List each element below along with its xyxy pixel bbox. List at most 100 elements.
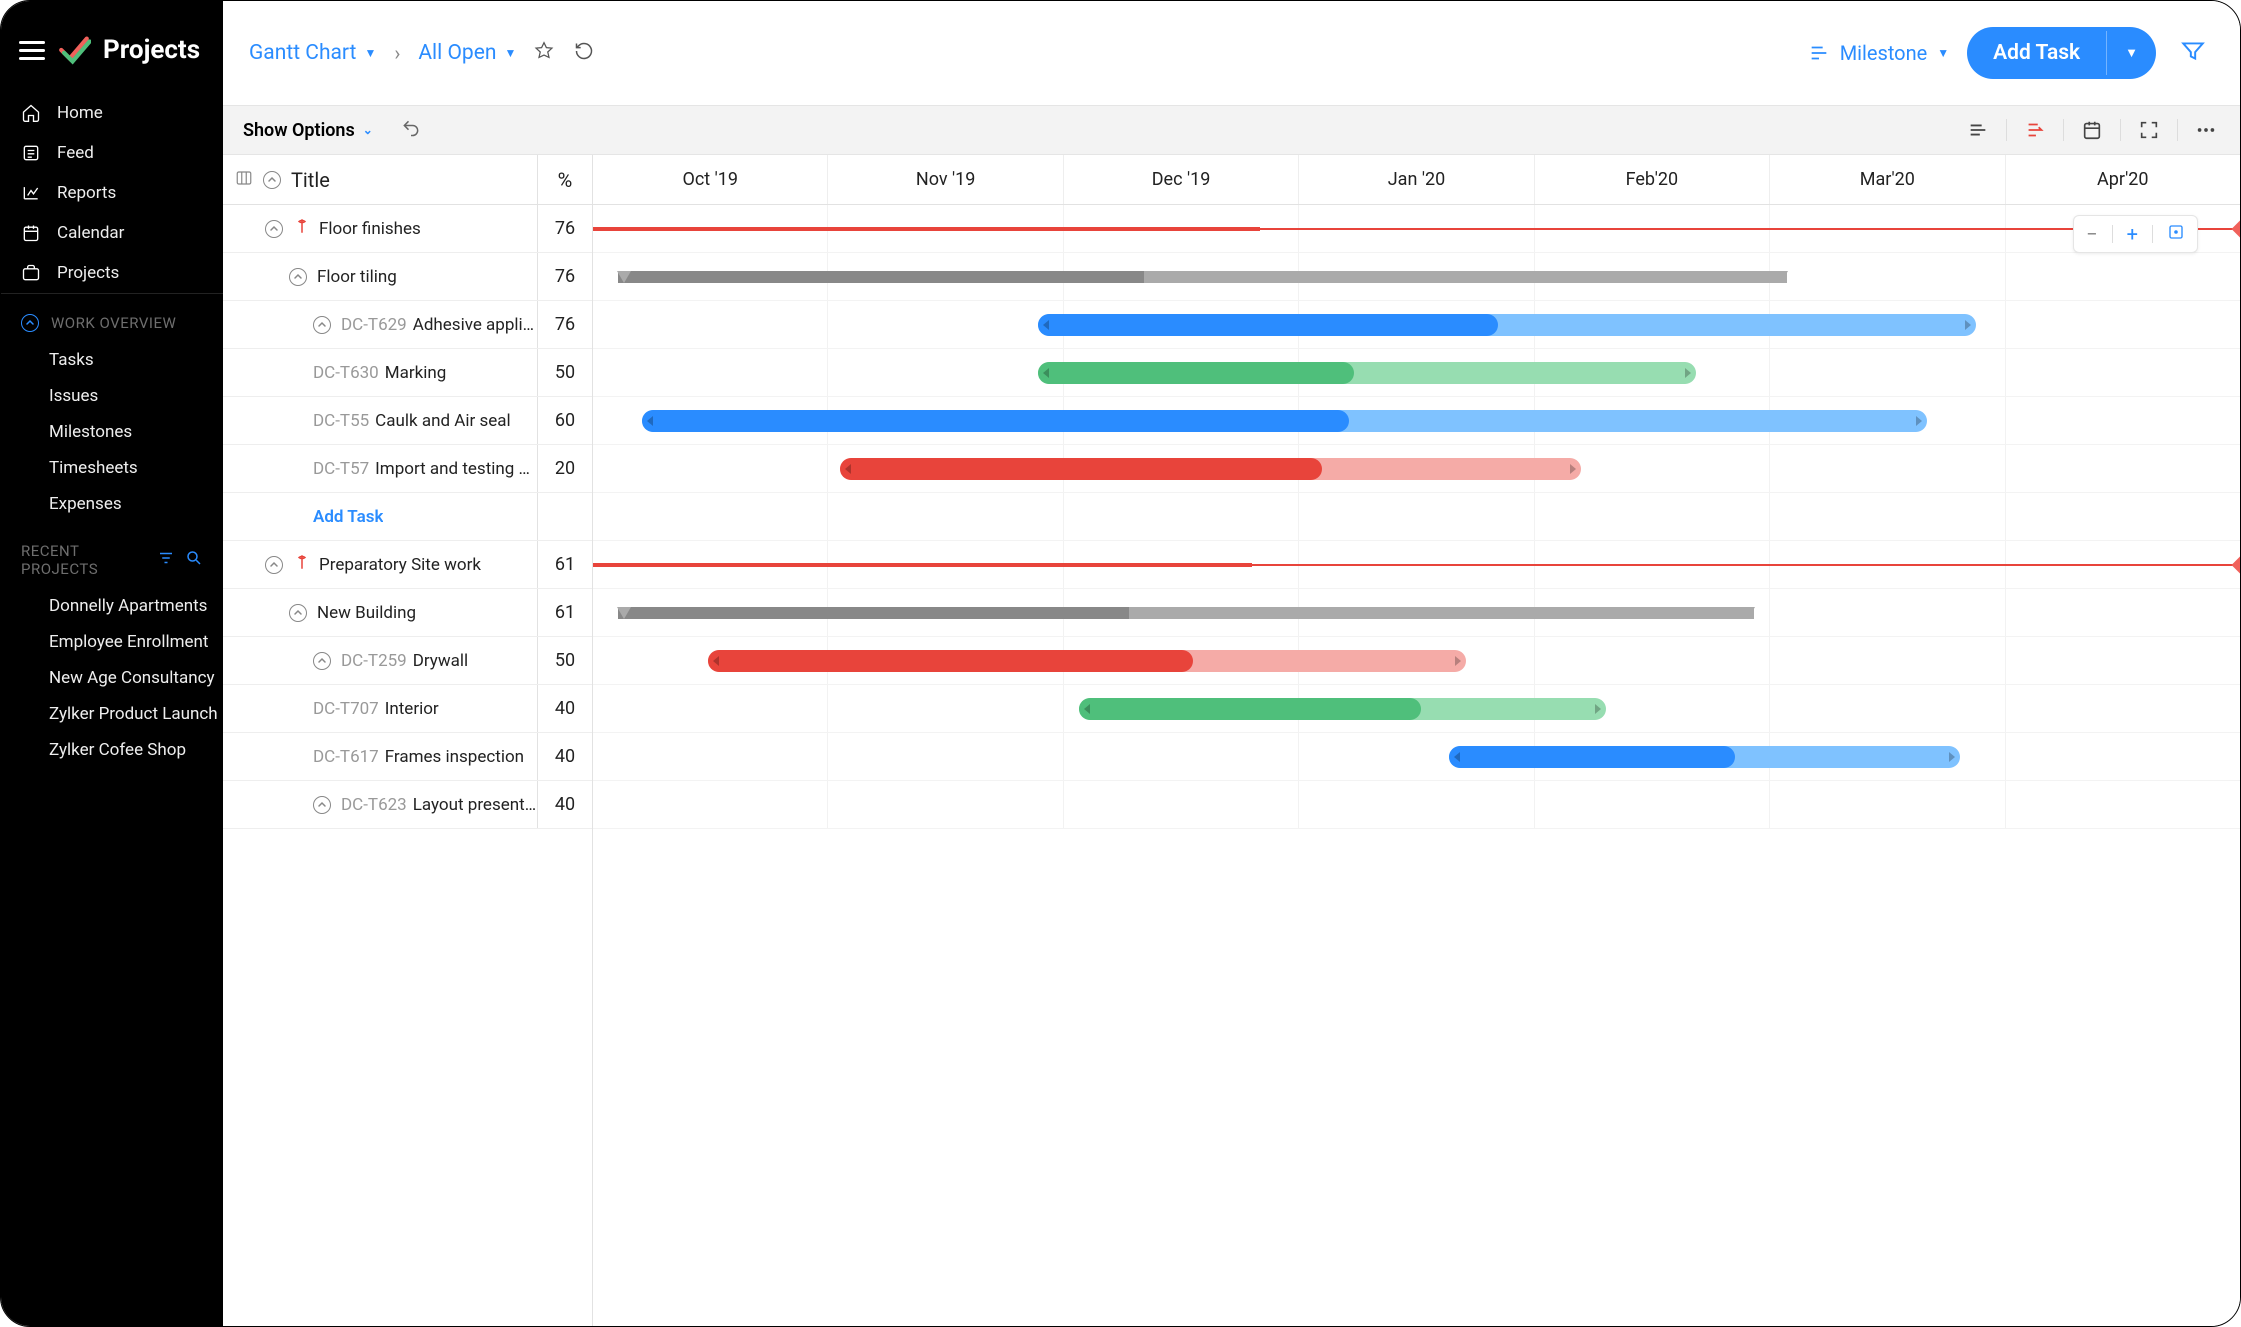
show-options-button[interactable]: Show Options ⌄ — [243, 120, 373, 141]
milestone-bar[interactable] — [593, 228, 2240, 230]
sidebar-item-calendar[interactable]: Calendar — [1, 213, 223, 253]
fit-to-screen-button[interactable] — [2167, 223, 2185, 245]
resize-right-icon[interactable] — [1949, 752, 1955, 762]
breadcrumb-view[interactable]: Gantt Chart ▼ — [249, 41, 376, 65]
pct-cell: 61 — [537, 541, 592, 588]
collapse-icon[interactable] — [289, 604, 307, 622]
pct-cell: 76 — [537, 253, 592, 300]
search-icon[interactable] — [185, 549, 203, 571]
add-task-label: Add Task — [1967, 27, 2106, 79]
collapse-icon[interactable] — [265, 556, 283, 574]
task-row[interactable]: DC-T617Frames inspection40 — [223, 733, 592, 781]
group-by-dropdown[interactable]: Milestone ▼ — [1808, 41, 1949, 65]
sidebar-recent-project[interactable]: New Age Consultancy — [1, 660, 223, 696]
collapse-icon[interactable] — [289, 268, 307, 286]
task-bar[interactable] — [1079, 698, 1606, 720]
zoom-out-button[interactable]: − — [2086, 222, 2097, 246]
sidebar-item-issues[interactable]: Issues — [1, 378, 223, 414]
sidebar-item-home[interactable]: Home — [1, 93, 223, 133]
sidebar-recent-project[interactable]: Zylker Product Launch — [1, 696, 223, 732]
add-task-inline[interactable]: Add Task — [313, 507, 383, 527]
collapse-icon[interactable] — [265, 220, 283, 238]
recent-projects-header: RECENT PROJECTS — [1, 522, 223, 588]
sidebar-recent-project[interactable]: Employee Enrollment — [1, 624, 223, 660]
resize-left-icon[interactable] — [1043, 320, 1049, 330]
resize-left-icon[interactable] — [1454, 752, 1460, 762]
task-bar[interactable] — [1038, 362, 1697, 384]
collapse-all-icon[interactable] — [263, 171, 281, 189]
resize-left-icon[interactable] — [647, 416, 653, 426]
columns-icon[interactable] — [235, 168, 253, 192]
collapse-icon[interactable] — [313, 316, 331, 334]
sidebar-item-label: Projects — [57, 263, 119, 283]
month-header: Apr'20 — [2005, 155, 2240, 204]
tasklist-row[interactable]: Floor tiling76 — [223, 253, 592, 301]
breadcrumb-sep: › — [394, 41, 400, 65]
critical-path-icon[interactable] — [2021, 116, 2049, 144]
task-code: DC-T617 — [313, 747, 379, 767]
milestone-row[interactable]: Floor finishes76 — [223, 205, 592, 253]
add-task-row[interactable]: Add Task — [223, 493, 592, 541]
task-row[interactable]: DC-T57Import and testing of woo..20 — [223, 445, 592, 493]
sidebar-item-timesheets[interactable]: Timesheets — [1, 450, 223, 486]
resize-right-icon[interactable] — [1965, 320, 1971, 330]
month-header: Nov '19 — [827, 155, 1062, 204]
resize-left-icon[interactable] — [1084, 704, 1090, 714]
summary-bar[interactable] — [618, 607, 1754, 619]
resize-left-icon[interactable] — [845, 464, 851, 474]
resize-right-icon[interactable] — [1595, 704, 1601, 714]
resize-right-icon[interactable] — [1685, 368, 1691, 378]
sidebar-item-reports[interactable]: Reports — [1, 173, 223, 213]
today-icon[interactable] — [2078, 116, 2106, 144]
sidebar-item-feed[interactable]: Feed — [1, 133, 223, 173]
resize-left-icon[interactable] — [713, 656, 719, 666]
sidebar-recent-project[interactable]: Zylker Cofee Shop — [1, 732, 223, 768]
add-task-button[interactable]: Add Task ▼ — [1967, 27, 2156, 79]
sidebar-item-expenses[interactable]: Expenses — [1, 486, 223, 522]
resize-right-icon[interactable] — [1570, 464, 1576, 474]
task-bar[interactable] — [1038, 314, 1977, 336]
resize-right-icon[interactable] — [1916, 416, 1922, 426]
pct-cell: 20 — [537, 445, 592, 492]
more-icon[interactable] — [2192, 116, 2220, 144]
task-row[interactable]: DC-T623Layout presentation40 — [223, 781, 592, 829]
task-row[interactable]: DC-T629Adhesive application76 — [223, 301, 592, 349]
sidebar-recent-project[interactable]: Donnelly Apartments — [1, 588, 223, 624]
task-bar[interactable] — [840, 458, 1581, 480]
task-row[interactable]: DC-T707Interior40 — [223, 685, 592, 733]
add-task-dropdown-icon[interactable]: ▼ — [2106, 31, 2156, 75]
collapse-icon[interactable] — [313, 796, 331, 814]
fullscreen-icon[interactable] — [2135, 116, 2163, 144]
hamburger-icon[interactable] — [19, 41, 45, 60]
sidebar-item-projects[interactable]: Projects — [1, 253, 223, 293]
filter-icon[interactable] — [2174, 38, 2212, 68]
baseline-icon[interactable] — [1964, 116, 1992, 144]
task-row[interactable]: DC-T259Drywall50 — [223, 637, 592, 685]
breadcrumb-filter[interactable]: All Open ▼ — [418, 41, 516, 65]
task-row[interactable]: DC-T55Caulk and Air seal60 — [223, 397, 592, 445]
gantt-bar-row — [593, 685, 2240, 733]
zoom-in-button[interactable]: + — [2127, 222, 2138, 246]
refresh-icon[interactable] — [574, 41, 594, 65]
sidebar-item-milestones[interactable]: Milestones — [1, 414, 223, 450]
filter-settings-icon[interactable] — [157, 549, 175, 571]
task-bar[interactable] — [708, 650, 1466, 672]
collapse-icon[interactable] — [313, 652, 331, 670]
task-bar[interactable] — [642, 410, 1927, 432]
sidebar-item-tasks[interactable]: Tasks — [1, 342, 223, 378]
resize-right-icon[interactable] — [1455, 656, 1461, 666]
tasklist-row[interactable]: New Building61 — [223, 589, 592, 637]
collapse-icon[interactable] — [21, 314, 39, 332]
summary-bar[interactable] — [618, 271, 1787, 283]
star-icon[interactable] — [534, 41, 554, 65]
task-code: DC-T630 — [313, 363, 379, 383]
task-bar[interactable] — [1449, 746, 1960, 768]
work-overview-header[interactable]: WORK OVERVIEW — [1, 293, 223, 342]
resize-left-icon[interactable] — [1043, 368, 1049, 378]
task-row[interactable]: DC-T630Marking50 — [223, 349, 592, 397]
task-label: Caulk and Air seal — [375, 411, 510, 431]
milestone-bar[interactable] — [593, 564, 2240, 566]
undo-icon[interactable] — [401, 118, 421, 142]
milestone-row[interactable]: Preparatory Site work61 — [223, 541, 592, 589]
chevron-down-icon: ⌄ — [363, 123, 373, 137]
